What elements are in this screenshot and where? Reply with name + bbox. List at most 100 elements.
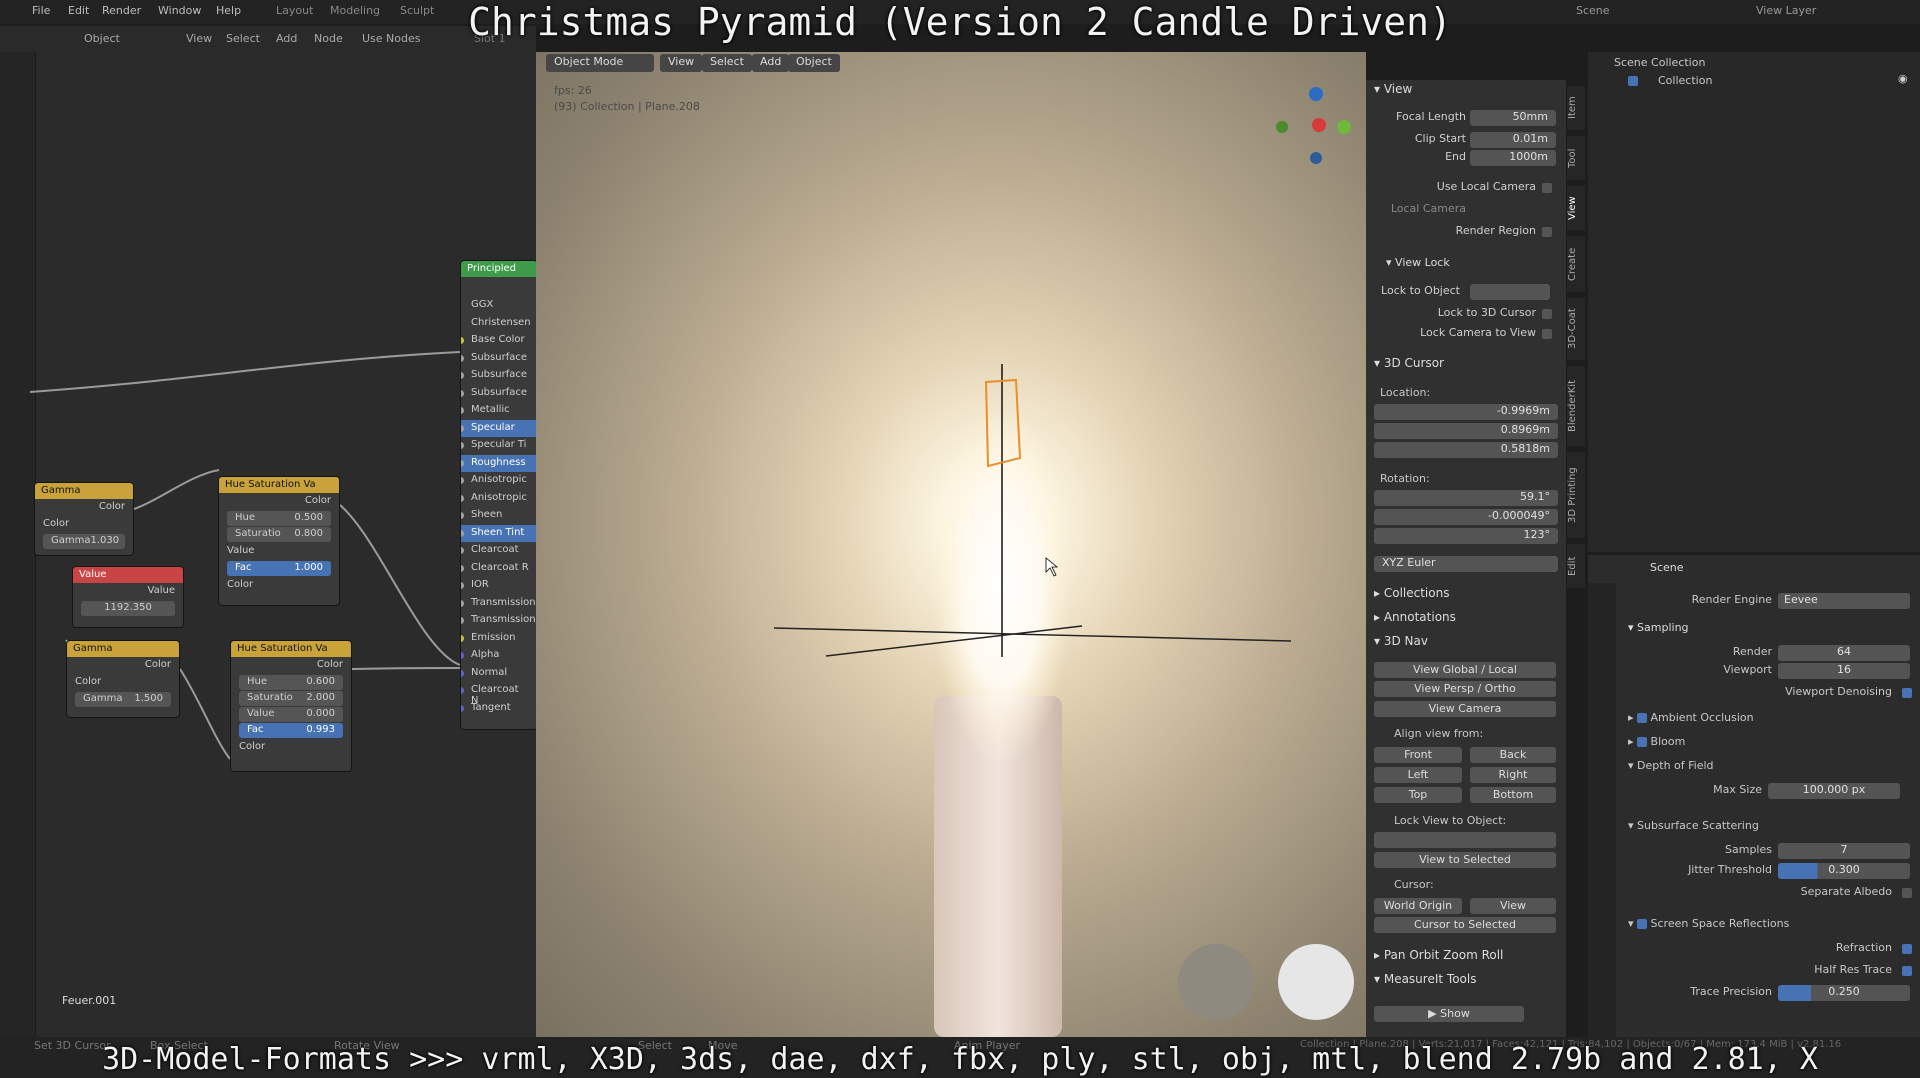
principled-input[interactable]: Transmission xyxy=(461,612,537,630)
eye-icon[interactable]: ◉ xyxy=(1898,72,1908,85)
input-socket[interactable] xyxy=(461,704,464,712)
view-layer-selector[interactable]: View Layer xyxy=(1756,4,1816,17)
gamma-field[interactable]: Gamma 1.500 xyxy=(75,692,171,707)
principled-input[interactable]: GGX xyxy=(461,297,537,315)
input-socket[interactable] xyxy=(461,354,464,362)
viewport-menu-add[interactable]: Add xyxy=(752,54,790,72)
principled-input[interactable]: IOR xyxy=(461,577,537,595)
gamma-field[interactable]: Gamma 1.030 xyxy=(43,534,125,549)
bottom-view-button[interactable]: Bottom xyxy=(1470,787,1556,803)
back-view-button[interactable]: Back xyxy=(1470,747,1556,763)
section-ssr[interactable]: ▾ Screen Space Reflections xyxy=(1628,917,1789,930)
input-socket[interactable] xyxy=(461,669,464,677)
principled-input[interactable]: Sheen Tint xyxy=(461,524,537,542)
gamma-node-1[interactable]: Gamma Color Color Gamma 1.030 xyxy=(34,482,134,556)
scene-selector[interactable]: Scene xyxy=(1576,4,1610,17)
lock-view-object-field[interactable] xyxy=(1374,832,1556,848)
input-socket[interactable] xyxy=(461,477,464,484)
jitter-threshold-field[interactable]: 0.300 xyxy=(1778,863,1910,879)
lock-object-field[interactable] xyxy=(1470,284,1550,300)
principled-input[interactable]: Christensen xyxy=(461,315,537,333)
tab-item[interactable]: Item xyxy=(1567,86,1585,130)
cursor-to-selected-button[interactable]: Cursor to Selected xyxy=(1374,917,1556,933)
input-socket[interactable] xyxy=(461,459,464,467)
clip-start-field[interactable]: 0.01m xyxy=(1470,132,1556,148)
value-node[interactable]: Value Value 1192.350 xyxy=(72,566,184,628)
section-view[interactable]: ▾ View xyxy=(1374,82,1412,96)
measureit-show-button[interactable]: ▶ Show xyxy=(1374,1006,1524,1022)
input-socket[interactable] xyxy=(461,652,464,659)
input-socket[interactable] xyxy=(461,634,464,642)
viewport-menu-view[interactable]: View xyxy=(660,54,703,72)
principled-input[interactable]: Clearcoat R xyxy=(461,560,537,578)
cursor-y-field[interactable]: 0.8969m xyxy=(1374,423,1558,439)
input-socket[interactable] xyxy=(461,547,464,554)
half-res-row[interactable]: Half Res Trace xyxy=(1618,963,1918,981)
principled-input[interactable]: Anisotropic xyxy=(461,490,537,508)
cursor-view-button[interactable]: View xyxy=(1470,898,1556,914)
render-engine-dropdown[interactable]: Eevee xyxy=(1778,593,1910,609)
section-3d-nav[interactable]: ▾ 3D Nav xyxy=(1374,634,1428,648)
input-socket[interactable] xyxy=(461,529,464,537)
focal-length-field[interactable]: 50mm xyxy=(1470,110,1556,126)
section-pan-orbit[interactable]: ▸ Pan Orbit Zoom Roll xyxy=(1374,948,1503,962)
denoising-row[interactable]: Viewport Denoising xyxy=(1618,685,1918,703)
rotation-y-field[interactable]: -0.000049° xyxy=(1374,509,1558,525)
gamma-node-2[interactable]: Gamma Color Color Gamma 1.500 xyxy=(66,640,180,718)
principled-input[interactable]: Tangent xyxy=(461,700,537,718)
lock-cursor-checkbox[interactable] xyxy=(1542,309,1552,319)
cursor-z-field[interactable]: 0.5818m xyxy=(1374,442,1558,458)
section-annotations[interactable]: ▸ Annotations xyxy=(1374,610,1456,624)
world-origin-button[interactable]: World Origin xyxy=(1374,898,1462,914)
input-socket[interactable] xyxy=(461,494,464,502)
outliner-collection[interactable]: Collection xyxy=(1658,74,1712,87)
separate-albedo-checkbox[interactable] xyxy=(1902,888,1912,898)
section-3d-cursor[interactable]: ▾ 3D Cursor xyxy=(1374,356,1444,370)
hue-saturation-node-1[interactable]: Hue Saturation Va Color Hue 0.500 Saturat… xyxy=(218,476,340,606)
hue-field[interactable]: Hue 0.600 xyxy=(239,675,343,690)
tab-blenderkit[interactable]: BlenderKit xyxy=(1567,366,1585,446)
front-view-button[interactable]: Front xyxy=(1374,747,1462,763)
input-socket[interactable] xyxy=(461,389,464,397)
fac-field[interactable]: Fac 0.993 xyxy=(239,723,343,738)
principled-input[interactable]: Transmission xyxy=(461,595,537,613)
left-view-button[interactable]: Left xyxy=(1374,767,1462,783)
input-socket[interactable] xyxy=(461,337,464,344)
tab-tool[interactable]: Tool xyxy=(1567,136,1585,180)
principled-input[interactable]: Clearcoat N xyxy=(461,682,537,706)
section-bloom[interactable]: ▸ Bloom xyxy=(1628,735,1685,748)
render-region-checkbox[interactable] xyxy=(1542,227,1552,237)
section-measureit[interactable]: ▾ MeasureIt Tools xyxy=(1374,972,1476,986)
section-sampling[interactable]: ▾ Sampling xyxy=(1628,621,1689,634)
section-subsurface[interactable]: ▾ Subsurface Scattering xyxy=(1628,819,1759,832)
section-collections[interactable]: ▸ Collections xyxy=(1374,586,1449,600)
value-field[interactable]: Value 0.000 xyxy=(239,707,343,722)
right-view-button[interactable]: Right xyxy=(1470,767,1556,783)
principled-input[interactable]: Base Color xyxy=(461,332,537,350)
refraction-row[interactable]: Refraction xyxy=(1618,941,1918,959)
render-region-row[interactable]: Render Region xyxy=(1366,224,1566,242)
principled-input[interactable]: Subsurface xyxy=(461,367,537,385)
rotation-z-field[interactable]: 123° xyxy=(1374,528,1558,544)
principled-input[interactable]: Emission xyxy=(461,630,537,648)
principled-input[interactable]: Specular xyxy=(461,419,537,437)
principled-input[interactable]: Subsurface xyxy=(461,350,537,368)
input-socket[interactable] xyxy=(461,424,464,432)
sss-samples-field[interactable]: 7 xyxy=(1778,843,1910,859)
trace-precision-field[interactable]: 0.250 xyxy=(1778,985,1910,1001)
principled-input[interactable]: Clearcoat xyxy=(461,542,537,560)
separate-albedo-row[interactable]: Separate Albedo xyxy=(1618,885,1918,903)
tab-create[interactable]: Create xyxy=(1567,236,1585,292)
tab-view[interactable]: View xyxy=(1567,186,1585,230)
rotation-mode-dropdown[interactable]: XYZ Euler xyxy=(1374,556,1558,572)
section-depth-of-field[interactable]: ▾ Depth of Field xyxy=(1628,759,1714,772)
section-ambient-occlusion[interactable]: ▸ Ambient Occlusion xyxy=(1628,711,1754,724)
lock-cursor-row[interactable]: Lock to 3D Cursor xyxy=(1366,306,1566,324)
view-persp-ortho-button[interactable]: View Persp / Ortho xyxy=(1374,681,1556,697)
view-camera-button[interactable]: View Camera xyxy=(1374,701,1556,717)
viewport-menu-object[interactable]: Object xyxy=(788,54,840,72)
clip-end-field[interactable]: 1000m xyxy=(1470,150,1556,166)
rotation-x-field[interactable]: 59.1° xyxy=(1374,490,1558,506)
fac-field[interactable]: Fac 1.000 xyxy=(227,561,331,576)
input-socket[interactable] xyxy=(461,564,464,572)
